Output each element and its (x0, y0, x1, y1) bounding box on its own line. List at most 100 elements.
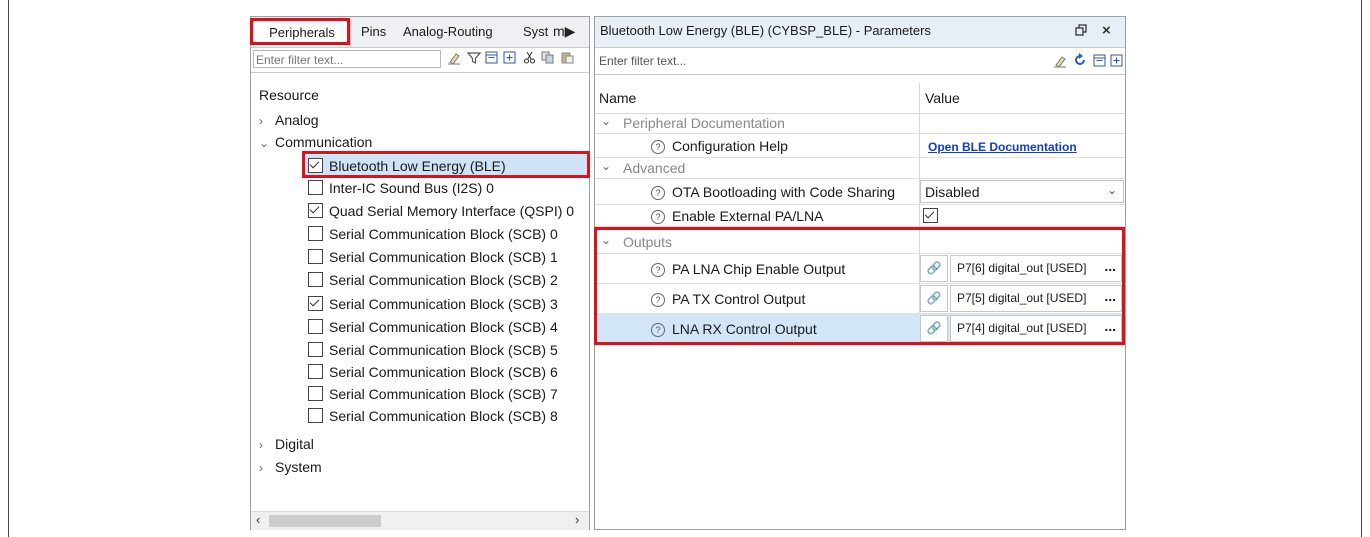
list-item[interactable]: Serial Communication Block (SCB) 2 (308, 269, 558, 291)
parameters-title-bar: Bluetooth Low Energy (BLE) (CYBSP_BLE) -… (595, 17, 1125, 48)
tree-category-analog[interactable]: › Analog (259, 109, 319, 131)
item-label: Serial Communication Block (SCB) 1 (329, 249, 558, 265)
item-label: Serial Communication Block (SCB) 2 (329, 272, 558, 288)
help-icon[interactable]: ? (651, 140, 665, 154)
collapse-all-icon[interactable] (485, 51, 498, 67)
enable-external-pa-lna-checkbox[interactable] (923, 208, 938, 223)
table-row[interactable]: ? OTA Bootloading with Code Sharing Disab… (595, 179, 1125, 205)
list-item[interactable]: Serial Communication Block (SCB) 5 (308, 339, 558, 361)
tree-category-digital[interactable]: › Digital (259, 433, 314, 455)
tab-system[interactable]: Syst (523, 20, 555, 44)
checkbox[interactable] (308, 386, 323, 401)
panel-title: Bluetooth Low Energy (BLE) (CYBSP_BLE) -… (600, 23, 931, 38)
list-item[interactable]: Serial Communication Block (SCB) 1 (308, 246, 558, 268)
expand-all-icon[interactable] (1110, 54, 1123, 72)
group-label: Advanced (623, 160, 686, 176)
chevron-down-icon[interactable]: ⌄ (601, 159, 611, 173)
chevron-down-icon[interactable]: ⌄ (259, 132, 275, 154)
eraser-icon[interactable] (1053, 54, 1067, 73)
list-item[interactable]: Serial Communication Block (SCB) 3 (308, 293, 558, 315)
scrollbar-thumb[interactable] (269, 515, 381, 527)
horizontal-scrollbar[interactable]: ‹ › (251, 511, 589, 530)
group-label: Peripheral Documentation (623, 115, 785, 131)
column-header-value: Value (925, 90, 960, 106)
select-value: Disabled (925, 184, 980, 200)
list-item[interactable]: Inter-IC Sound Bus (I2S) 0 (308, 177, 494, 199)
highlight-box-peripherals-tab (250, 18, 350, 45)
copy-icon[interactable] (541, 51, 555, 67)
help-icon[interactable]: ? (651, 210, 665, 224)
item-label: Serial Communication Block (SCB) 0 (329, 226, 558, 242)
collapse-all-icon[interactable] (1093, 54, 1106, 72)
resource-column-header: Resource (259, 87, 319, 103)
checkbox[interactable] (308, 408, 323, 423)
group-row-peripheral-documentation[interactable]: ⌄ Peripheral Documentation (595, 113, 1125, 134)
open-ble-documentation-link[interactable]: Open BLE Documentation (928, 140, 1077, 154)
item-label: Serial Communication Block (SCB) 3 (329, 296, 558, 312)
scroll-right-icon[interactable]: › (575, 512, 579, 527)
item-label: Serial Communication Block (SCB) 6 (329, 364, 558, 380)
list-item[interactable]: Serial Communication Block (SCB) 0 (308, 223, 558, 245)
item-label: Serial Communication Block (SCB) 8 (329, 408, 558, 424)
checkbox[interactable] (308, 203, 323, 218)
ota-bootloading-select[interactable]: Disabled ⌄ (920, 180, 1124, 203)
expand-all-icon[interactable] (503, 51, 516, 67)
group-row-advanced[interactable]: ⌄ Advanced (595, 158, 1125, 179)
checkbox[interactable] (308, 180, 323, 195)
tab-pins[interactable]: Pins (361, 20, 391, 44)
list-item[interactable]: Serial Communication Block (SCB) 6 (308, 361, 558, 383)
scroll-left-icon[interactable]: ‹ (256, 512, 260, 527)
item-label: Serial Communication Block (SCB) 7 (329, 386, 558, 402)
list-item[interactable]: Serial Communication Block (SCB) 8 (308, 405, 558, 427)
parameters-filter-input[interactable]: Enter filter text... (597, 51, 1049, 71)
chevron-right-icon[interactable]: › (259, 434, 275, 456)
category-label: Analog (275, 112, 319, 128)
paste-icon[interactable] (561, 51, 575, 67)
eraser-icon[interactable] (447, 51, 461, 68)
category-label: System (275, 459, 322, 475)
checkbox[interactable] (308, 364, 323, 379)
resource-panel: Peripherals Pins Analog-Routing Syst m▶ … (250, 16, 590, 530)
item-label: Quad Serial Memory Interface (QSPI) 0 (329, 203, 575, 219)
checkbox[interactable] (308, 319, 323, 334)
resource-filter-input[interactable]: Enter filter text... (253, 50, 441, 68)
chevron-right-icon[interactable]: › (259, 110, 275, 132)
parameters-table-header: Name Value (595, 83, 1125, 114)
category-label: Digital (275, 436, 314, 452)
list-item[interactable]: Serial Communication Block (SCB) 4 (308, 316, 558, 338)
tab-analog-routing[interactable]: Analog-Routing (403, 20, 503, 44)
table-row[interactable]: ? Configuration Help Open BLE Documentati… (595, 134, 1125, 158)
highlight-box-outputs-group (594, 227, 1125, 345)
refresh-icon[interactable] (1073, 53, 1087, 72)
restore-window-icon[interactable] (1075, 24, 1087, 39)
checkbox[interactable] (308, 272, 323, 287)
tree-category-system[interactable]: › System (259, 456, 322, 478)
list-item[interactable]: Quad Serial Memory Interface (QSPI) 0 (308, 200, 574, 222)
cut-icon[interactable] (523, 51, 536, 67)
item-label: Inter-IC Sound Bus (I2S) 0 (329, 180, 494, 196)
param-name: ? Configuration Help (651, 138, 788, 154)
param-name: ? Enable External PA/LNA (651, 208, 824, 224)
item-label: Serial Communication Block (SCB) 5 (329, 342, 558, 358)
checkbox[interactable] (308, 296, 323, 311)
table-row[interactable]: ? Enable External PA/LNA (595, 205, 1125, 227)
close-icon[interactable]: × (1102, 22, 1111, 39)
list-item[interactable]: Serial Communication Block (SCB) 7 (308, 383, 558, 405)
checkbox[interactable] (308, 342, 323, 357)
category-label: Communication (275, 134, 373, 150)
chevron-down-icon[interactable]: ⌄ (1107, 183, 1117, 197)
checkbox[interactable] (308, 249, 323, 264)
resource-filter-bar: Enter filter text... (251, 48, 589, 73)
checkbox[interactable] (308, 226, 323, 241)
chevron-right-icon[interactable]: › (259, 457, 275, 479)
parameters-filter-bar: Enter filter text... (595, 48, 1125, 75)
param-name: ? OTA Bootloading with Code Sharing (651, 184, 895, 200)
help-icon[interactable]: ? (651, 186, 665, 200)
chevron-down-icon[interactable]: ⌄ (601, 114, 611, 128)
tree-category-communication[interactable]: ⌄ Communication (259, 131, 372, 153)
tab-scroll-right-icon[interactable]: m▶ (553, 23, 575, 40)
item-label: Serial Communication Block (SCB) 4 (329, 319, 558, 335)
highlight-box-ble-item (302, 151, 590, 178)
filter-icon[interactable] (466, 51, 482, 68)
column-header-name: Name (599, 90, 637, 106)
